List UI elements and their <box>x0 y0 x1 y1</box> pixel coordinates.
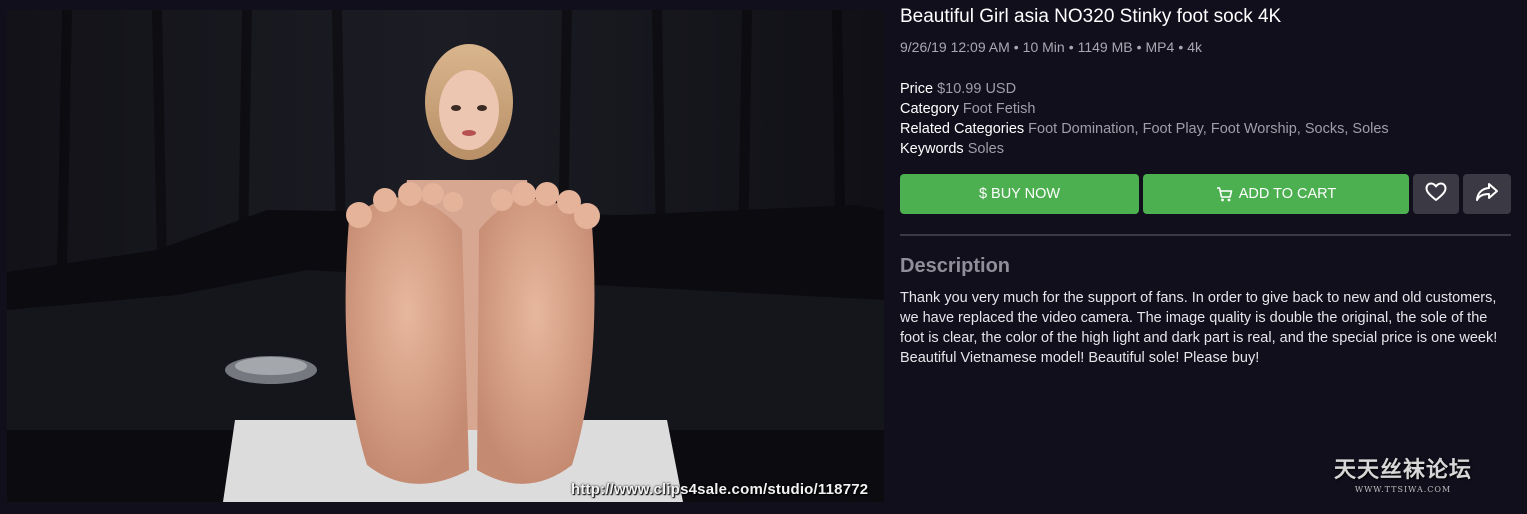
category-label: Category <box>900 101 959 117</box>
description-heading: Description <box>900 255 1011 277</box>
share-icon <box>1475 182 1499 206</box>
price-value: $10.99 USD <box>937 81 1017 97</box>
related-categories-row: Related Categories Foot Domination, Foot… <box>900 119 1389 139</box>
description-text: Thank you very much for the support of f… <box>900 290 1498 366</box>
keywords-row: Keywords Soles <box>900 139 1389 159</box>
meta-size: 1149 MB <box>1077 39 1133 55</box>
meta-separator: • <box>1136 39 1142 55</box>
video-watermark: http://www.clips4sale.com/studio/118772 <box>571 481 869 498</box>
price-label: Price <box>900 81 934 97</box>
meta-separator: • <box>1068 39 1074 55</box>
meta-separator: • <box>1013 39 1019 55</box>
heart-icon <box>1425 182 1447 206</box>
video-preview[interactable]: http://www.clips4sale.com/studio/118772 <box>7 10 884 502</box>
buy-now-button[interactable]: $ BUY NOW <box>900 174 1139 214</box>
cart-icon <box>1216 186 1233 202</box>
section-divider <box>900 234 1511 236</box>
forum-watermark: 天天丝袜论坛 WWW.TTSIWA.COM <box>1334 452 1472 494</box>
meta-duration: 10 Min <box>1022 39 1065 55</box>
buy-now-label: $ BUY NOW <box>978 186 1061 202</box>
price-row: Price $10.99 USD <box>900 79 1389 99</box>
meta-quality: 4k <box>1187 39 1203 55</box>
keywords-link[interactable]: Soles <box>968 141 1004 157</box>
keywords-label: Keywords <box>900 141 964 157</box>
forum-watermark-url: WWW.TTSIWA.COM <box>1354 485 1452 494</box>
forum-watermark-name: 天天丝袜论坛 <box>1334 457 1473 483</box>
product-properties: Price $10.99 USD Category Foot Fetish Re… <box>900 79 1389 159</box>
video-frame-image <box>7 10 884 502</box>
add-to-cart-button[interactable]: ADD TO CART <box>1143 174 1409 214</box>
product-title: Beautiful Girl asia NO320 Stinky foot so… <box>900 6 1282 27</box>
meta-date: 9/26/19 12:09 AM <box>900 39 1010 55</box>
related-categories-links[interactable]: Foot Domination, Foot Play, Foot Worship… <box>1028 121 1389 137</box>
meta-separator: • <box>1178 39 1184 55</box>
category-link[interactable]: Foot Fetish <box>963 101 1036 117</box>
related-categories-label: Related Categories <box>900 121 1025 137</box>
share-button[interactable] <box>1463 174 1511 214</box>
category-row: Category Foot Fetish <box>900 99 1389 119</box>
product-meta: 9/26/19 12:09 AM • 10 Min • 1149 MB • MP4 • 4k <box>900 39 1202 55</box>
favorite-button[interactable] <box>1413 174 1459 214</box>
meta-format: MP4 <box>1145 39 1175 55</box>
add-to-cart-label: ADD TO CART <box>1238 186 1337 202</box>
